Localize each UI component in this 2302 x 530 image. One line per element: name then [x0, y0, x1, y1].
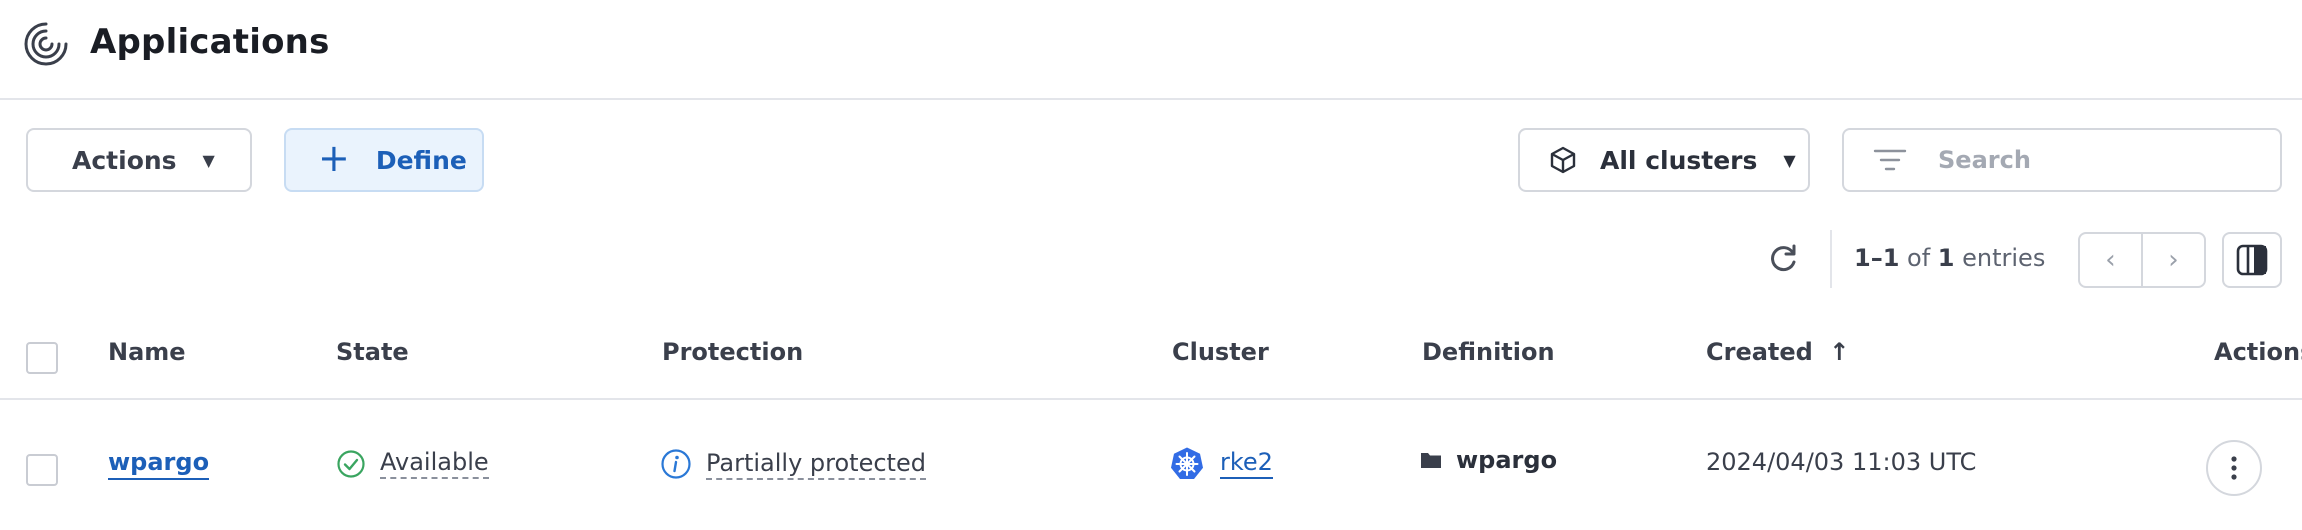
entries-range: 1–1 [1854, 244, 1900, 272]
name-cell: wpargo [108, 448, 210, 480]
entries-suffix: entries [1954, 244, 2046, 272]
page-header: Applications [0, 0, 2302, 100]
page-title: Applications [90, 22, 330, 62]
actions-dropdown-button[interactable]: Actions ▼ [26, 128, 252, 192]
info-icon [661, 449, 691, 479]
filter-icon [1873, 149, 1907, 171]
caret-down-icon: ▼ [202, 150, 215, 170]
pagination-controls: ‹ › [2078, 232, 2206, 288]
row-checkbox[interactable] [26, 454, 58, 486]
cluster-link[interactable]: rke2 [1220, 448, 1273, 479]
cluster-filter-label: All clusters [1600, 145, 1758, 175]
application-name-link[interactable]: wpargo [108, 448, 210, 480]
table-row: wpargo Available Partially protected rke… [0, 402, 2302, 530]
define-button[interactable]: + Define [284, 128, 484, 192]
refresh-icon[interactable] [1766, 242, 1800, 276]
columns-panel-icon [2236, 244, 2268, 276]
search-field[interactable] [1842, 128, 2282, 192]
search-input[interactable] [1938, 146, 2238, 174]
sort-ascending-icon: ↑ [1829, 338, 1850, 366]
definition-cell: wpargo [1420, 446, 1557, 474]
cluster-filter-dropdown[interactable]: All clusters ▼ [1518, 128, 1810, 192]
column-toggle-button[interactable] [2222, 232, 2282, 288]
definition-label: wpargo [1456, 446, 1558, 474]
actions-button-label: Actions [72, 145, 177, 175]
chevron-left-icon: ‹ [2105, 245, 2116, 275]
column-header-protection[interactable]: Protection [662, 338, 803, 366]
concentric-rings-icon [24, 22, 68, 66]
protection-cell: Partially protected [660, 448, 926, 480]
plus-icon: + [318, 136, 350, 180]
column-header-cluster[interactable]: Cluster [1172, 338, 1269, 366]
column-header-created[interactable]: Created ↑ [1706, 338, 1849, 366]
protection-label[interactable]: Partially protected [706, 449, 926, 480]
caret-down-icon: ▼ [1783, 150, 1796, 170]
cube-icon [1550, 146, 1576, 174]
more-vertical-icon [2231, 456, 2237, 480]
column-header-actions: Actions [2214, 338, 2302, 366]
entries-of: of [1899, 244, 1938, 272]
next-page-button[interactable]: › [2143, 234, 2204, 286]
column-header-created-label: Created [1706, 338, 1813, 366]
column-header-state[interactable]: State [336, 338, 409, 366]
kubernetes-icon [1171, 447, 1203, 479]
cluster-cell: rke2 [1170, 446, 1273, 480]
folder-icon [1421, 453, 1441, 468]
chevron-right-icon: › [2168, 245, 2179, 275]
column-header-name[interactable]: Name [108, 338, 186, 366]
define-button-label: Define [375, 145, 467, 175]
check-circle-icon [337, 449, 365, 478]
table-header: Name State Protection Cluster Definition… [0, 318, 2302, 400]
column-header-definition[interactable]: Definition [1422, 338, 1555, 366]
select-all-checkbox[interactable] [26, 342, 58, 374]
row-actions-menu-button[interactable] [2206, 440, 2262, 496]
divider [1830, 230, 1832, 288]
entries-count: 1–1 of 1 entries [1854, 244, 2045, 272]
previous-page-button[interactable]: ‹ [2080, 234, 2143, 286]
state-label[interactable]: Available [380, 448, 489, 479]
created-cell: 2024/04/03 11:03 UTC [1706, 448, 1977, 476]
entries-total: 1 [1937, 244, 1955, 272]
state-cell: Available [336, 448, 489, 479]
